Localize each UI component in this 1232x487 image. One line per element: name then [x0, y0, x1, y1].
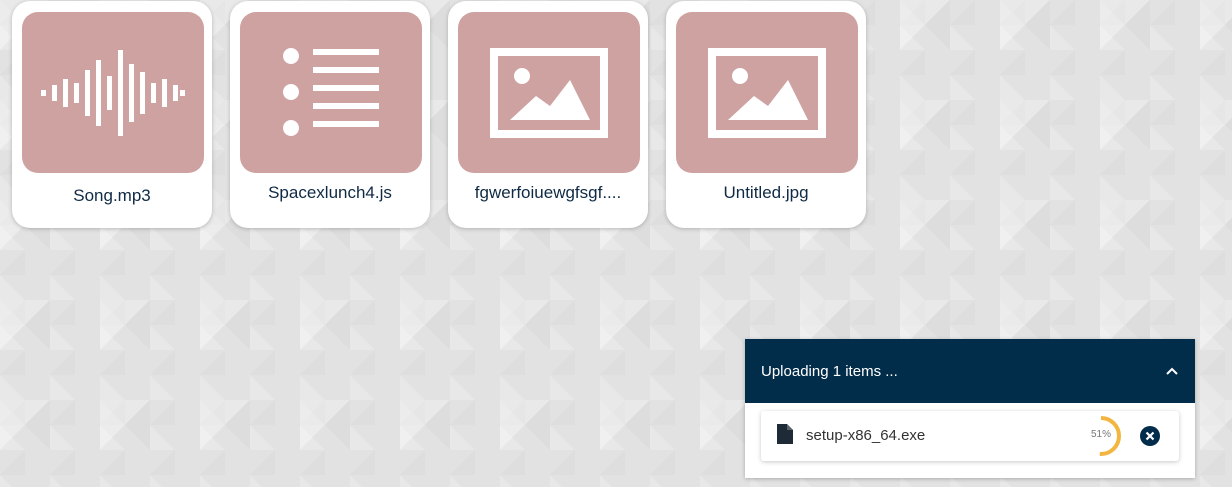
file-name: Spacexlunch4.js — [268, 183, 392, 202]
file-thumbnail — [676, 12, 858, 173]
upload-progress: 51% — [1080, 415, 1122, 457]
file-name: Song.mp3 — [73, 186, 151, 205]
upload-panel: Uploading 1 items ... setup-x86_64.exe 5… — [745, 339, 1195, 478]
upload-panel-title: Uploading 1 items ... — [761, 362, 898, 380]
file-thumbnail — [22, 12, 204, 173]
file-card-fgwerfoiuewgfsgf[interactable]: fgwerfoiuewgfsgf.... — [448, 1, 648, 228]
file-icon — [777, 424, 793, 444]
audio-waveform-icon — [41, 49, 185, 136]
progress-label: 51% — [1090, 429, 1111, 440]
file-name: fgwerfoiuewgfsgf.... — [474, 183, 622, 202]
list-document-icon — [283, 47, 379, 136]
file-thumbnail — [458, 12, 640, 173]
file-grid: Song.mp3 Spacexlunch4.js fgwerfoiuewgfsg… — [12, 0, 866, 228]
chevron-up-icon[interactable] — [1165, 366, 1179, 376]
upload-item-name: setup-x86_64.exe — [806, 427, 926, 444]
file-card-untitled[interactable]: Untitled.jpg — [666, 1, 866, 228]
file-name: Untitled.jpg — [723, 183, 809, 202]
upload-panel-header[interactable]: Uploading 1 items ... — [745, 339, 1195, 403]
file-thumbnail — [240, 12, 422, 173]
upload-item: setup-x86_64.exe 51% — [761, 411, 1179, 461]
image-icon — [490, 47, 608, 138]
file-card-song[interactable]: Song.mp3 — [12, 1, 212, 228]
close-circle-icon[interactable] — [1140, 426, 1160, 446]
file-card-spacexlunch4[interactable]: Spacexlunch4.js — [230, 1, 430, 228]
image-icon — [708, 47, 826, 138]
